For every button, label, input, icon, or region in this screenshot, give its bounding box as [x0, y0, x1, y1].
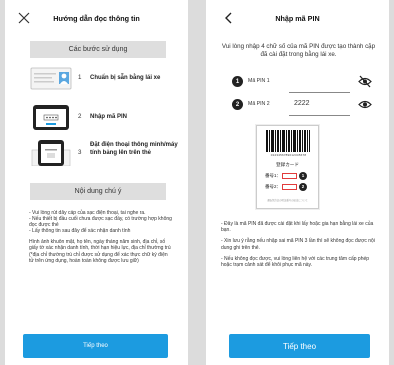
step-number: 3 [78, 149, 82, 156]
reading-guide-screen: Hướng dẫn đọc thông tin Các bước sử dụng… [5, 0, 188, 365]
pin-2-badge: 2 [232, 99, 243, 110]
note-line: - Xin lưu ý rằng nếu nhập sai mã PIN 3 l… [221, 238, 375, 251]
note-line: - Nếu không đọc được, vui lòng liên hệ v… [221, 255, 370, 269]
eye-hidden-icon[interactable] [358, 75, 372, 88]
next-button[interactable]: Tiếp theo [23, 334, 168, 358]
step-number: 1 [78, 74, 82, 81]
pin-entry-screen: Nhập mã PIN Vui lòng nhập 4 chữ số của m… [206, 0, 389, 365]
step-label: Nhập mã PIN [90, 114, 128, 120]
phone-on-card-icon [30, 140, 72, 167]
pin-2-input[interactable]: 2222 [294, 100, 310, 107]
card-fine-print: 運転免許証の暗証番号の届出について [267, 199, 308, 202]
steps-section-header: Các bước sử dụng [30, 41, 166, 58]
step-number: 2 [78, 113, 82, 120]
page-title: Hướng dẫn đọc thông tin [53, 14, 140, 23]
step-item: 2 Nhập mã PIN [30, 104, 180, 130]
notes-section-header: Nội dung chú ý [30, 183, 166, 200]
card-row2-label: 番号2： [265, 184, 282, 190]
top-bar: Nhập mã PIN [206, 0, 389, 40]
pin-1-underline [289, 92, 350, 93]
pin-2-field[interactable]: 2 Mã PIN 2 2222 [232, 98, 372, 116]
phone-pin-icon [30, 104, 72, 130]
card-row1-badge: 1 [299, 172, 308, 180]
barcode [266, 130, 310, 152]
next-button[interactable]: Tiếp theo [229, 334, 370, 358]
card-row1-label: 番号1： [265, 173, 282, 179]
pin-2-underline [289, 115, 350, 116]
step-label: Đặt điện thoại thông minh/máy tính bảng … [90, 142, 178, 156]
card-pin-2-row: 番号2： 2 [265, 183, 308, 191]
notes-text: - Vui lòng rút dây cáp của sạc điện thoạ… [29, 210, 173, 264]
step-item: 3 Đặt điện thoại thông minh/máy tính bản… [30, 140, 180, 167]
card-row2-badge: 2 [299, 183, 308, 191]
pin-notes-text: - Đây là mã PIN đã được cài đặt khi lấy … [221, 221, 381, 268]
pin-1-badge: 1 [232, 76, 243, 87]
note-line: - Nếu thiết bị đầu cuối chưa được sạc đầ… [29, 216, 172, 229]
note-line: - Đây là mã PIN đã được cài đặt khi lấy … [221, 221, 374, 234]
license-card-icon [30, 65, 72, 91]
page-title: Nhập mã PIN [275, 14, 320, 23]
card-pin-1-row: 番号1： 1 [265, 172, 308, 180]
top-bar: Hướng dẫn đọc thông tin [5, 0, 188, 40]
registration-card-image: 0123456789012345678 登録カード 番号1： 1 番号2： 2 運転… [256, 125, 319, 209]
step-label: Chuẩn bị sẵn bằng lái xe [90, 75, 161, 81]
step-item: 1 Chuẩn bị sẵn bằng lái xe [30, 65, 180, 91]
note-line: Hình ảnh khuôn mặt, họ tên, ngày tháng n… [29, 239, 171, 264]
card-row1-box [282, 173, 298, 179]
pin-instruction: Vui lòng nhập 4 chữ số của mã PIN được t… [221, 43, 376, 58]
eye-visible-icon[interactable] [358, 98, 372, 111]
barcode-number: 0123456789012345678 [270, 153, 307, 157]
pin-2-label: Mã PIN 2 [248, 101, 270, 107]
card-row2-box [282, 184, 298, 190]
pin-1-label: Mã PIN 1 [248, 78, 270, 84]
card-title: 登録カード [276, 162, 299, 167]
pin-1-field[interactable]: 1 Mã PIN 1 [232, 75, 372, 93]
